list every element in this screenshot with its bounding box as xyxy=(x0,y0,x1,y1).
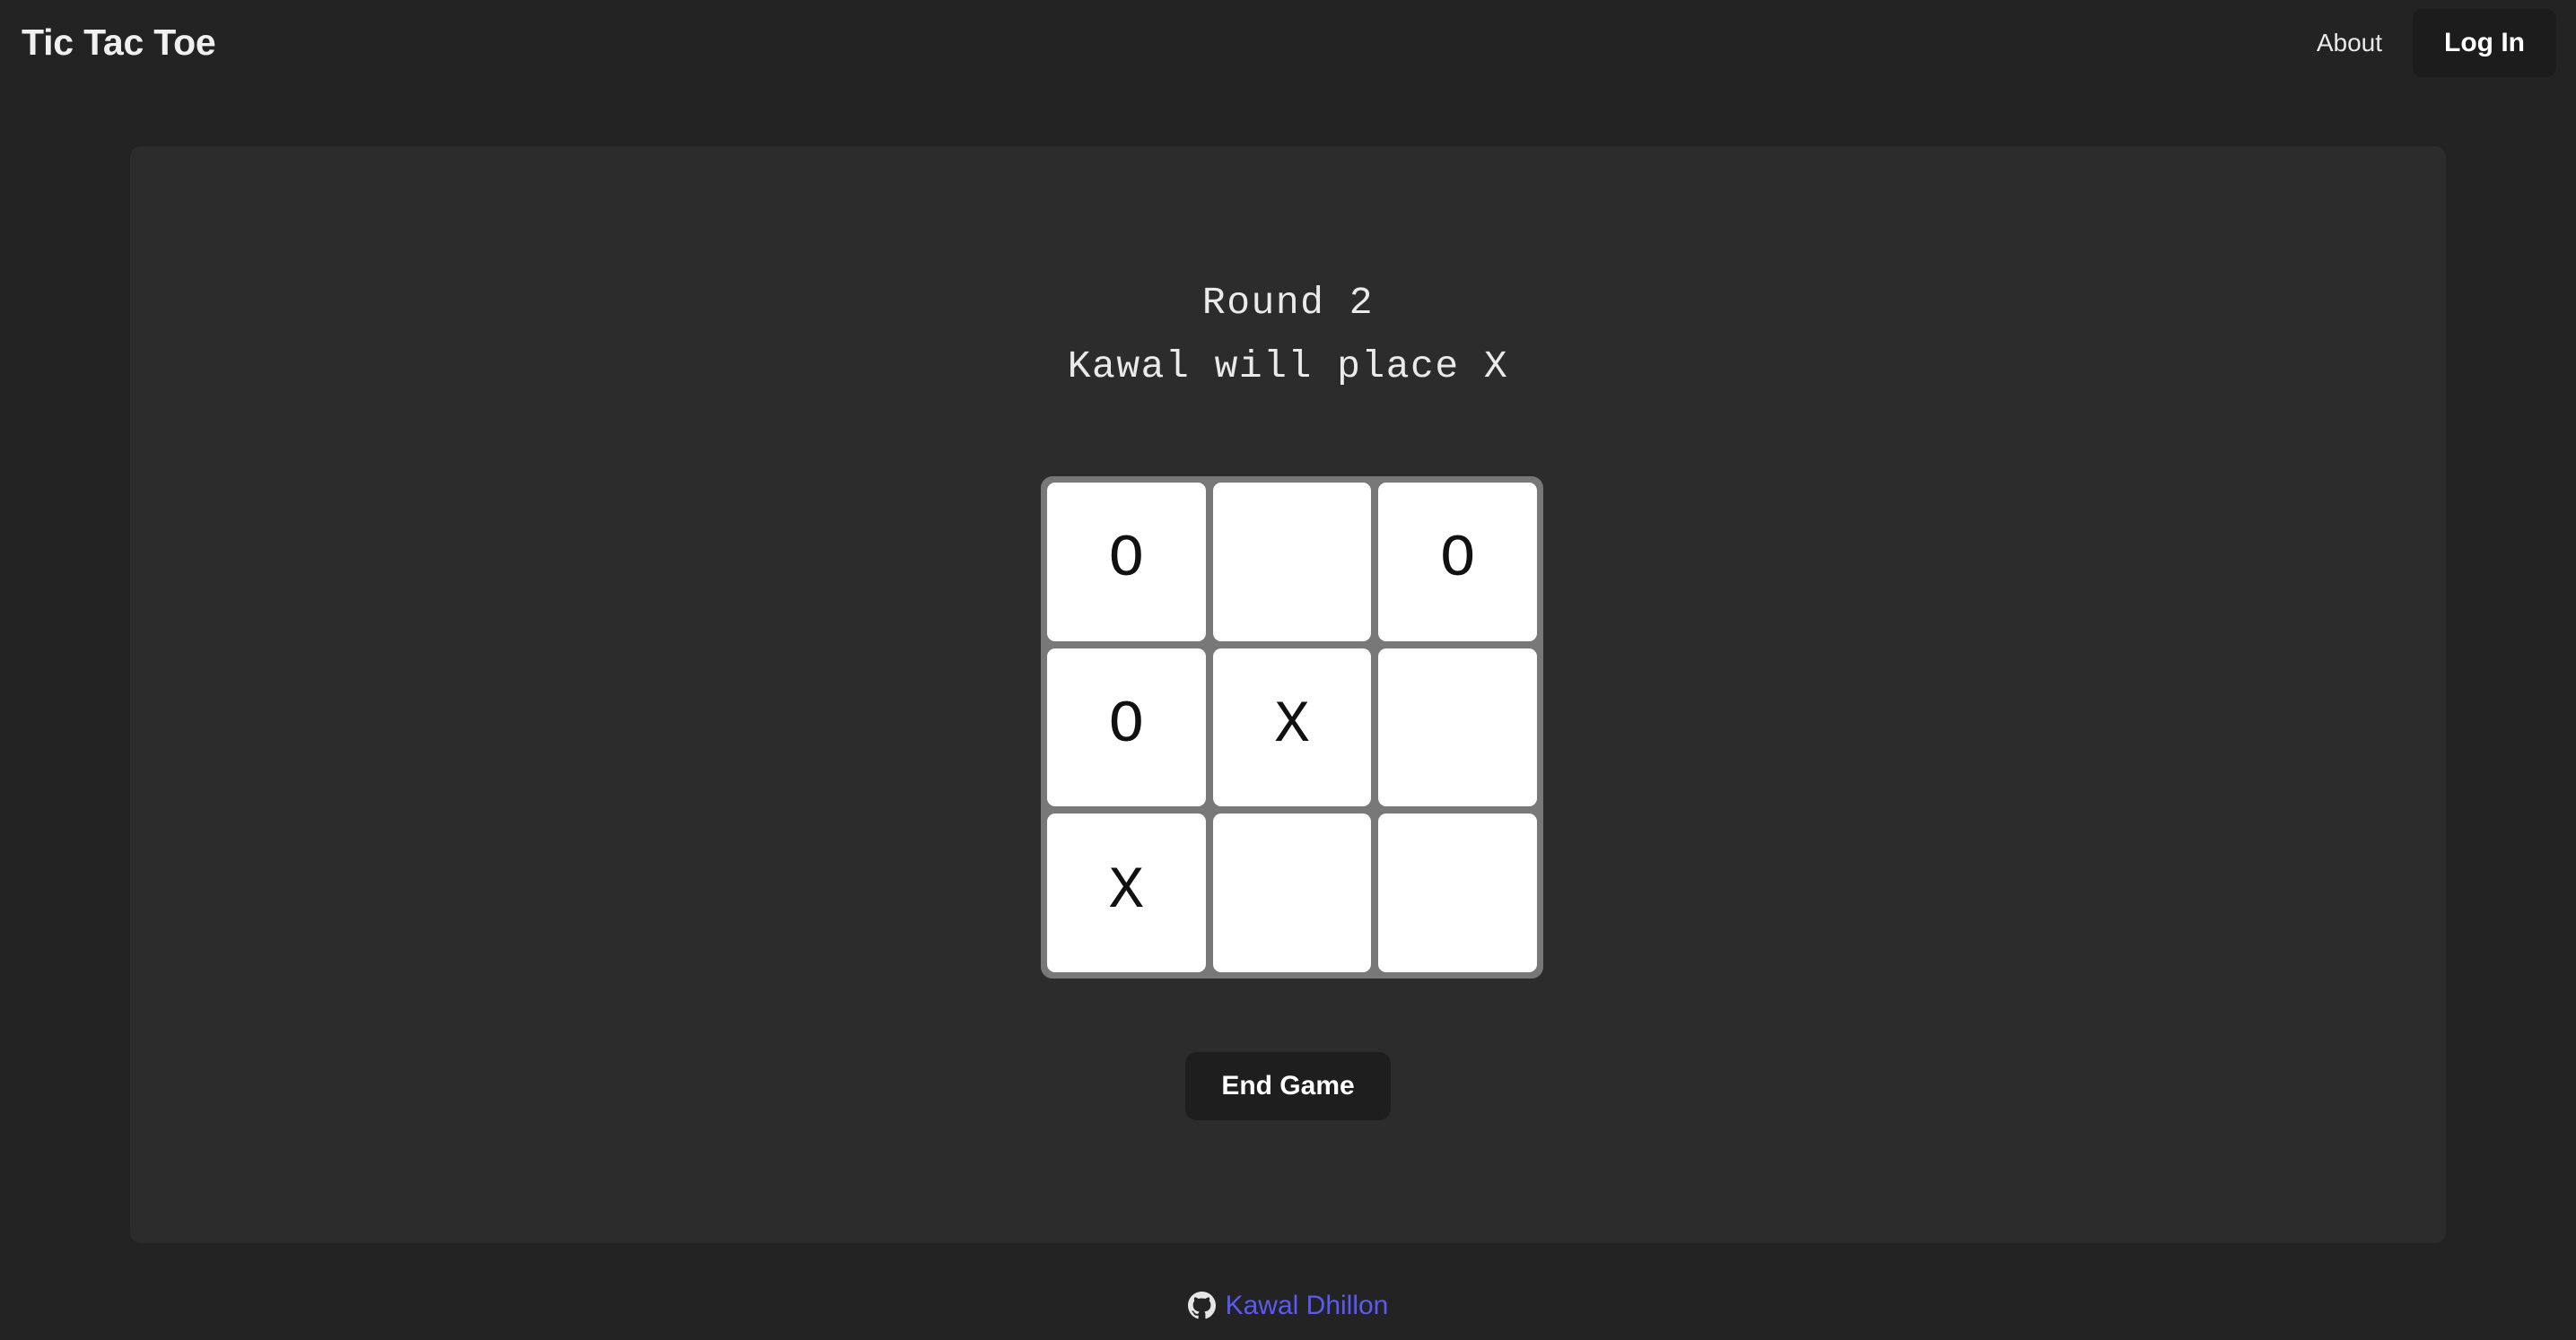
board-cell-2[interactable]: O xyxy=(1378,483,1537,641)
nav-link-about[interactable]: About xyxy=(2286,30,2413,56)
footer-author-link[interactable]: Kawal Dhillon xyxy=(1226,1292,1389,1319)
board-cell-4[interactable]: X xyxy=(1212,648,1372,807)
tic-tac-toe-board: O O O X X xyxy=(1041,476,1543,979)
end-game-button[interactable]: End Game xyxy=(1185,1052,1391,1120)
board-cell-3[interactable]: O xyxy=(1047,648,1206,807)
navbar: Tic Tac Toe About Log In xyxy=(0,0,2576,85)
board-cell-8[interactable] xyxy=(1378,814,1537,972)
end-game-button-wrap: End Game xyxy=(130,1052,2446,1120)
turn-label: Kawal will place X xyxy=(1067,344,1509,388)
github-icon xyxy=(1187,1292,1216,1319)
board-cell-7[interactable] xyxy=(1212,814,1372,972)
game-panel: Round 2 Kawal will place X O O O X X End… xyxy=(130,146,2446,1243)
login-button[interactable]: Log In xyxy=(2413,8,2556,77)
board-cell-6[interactable]: X xyxy=(1047,814,1206,972)
board-cell-5[interactable] xyxy=(1378,648,1537,807)
brand-title[interactable]: Tic Tac Toe xyxy=(20,24,216,61)
board-cell-1[interactable] xyxy=(1212,483,1372,641)
game-status: Round 2 Kawal will place X xyxy=(130,146,2446,399)
board-cell-0[interactable]: O xyxy=(1047,483,1206,641)
navbar-right-group: About Log In xyxy=(2286,8,2556,77)
round-label: Round 2 xyxy=(1201,281,1375,325)
footer: Kawal Dhillon xyxy=(0,1292,2576,1319)
